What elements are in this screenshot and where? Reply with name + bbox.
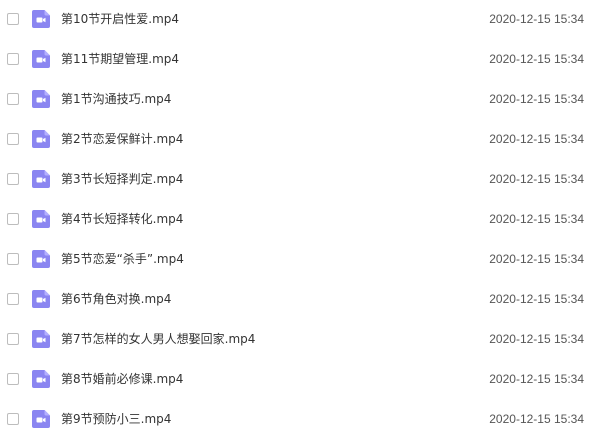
checkbox[interactable] [7,213,19,225]
video-file-icon [32,210,50,228]
file-modified-date: 2020-12-15 15:34 [489,172,584,186]
checkbox[interactable] [7,53,19,65]
file-name[interactable]: 第3节长短择判定.mp4 [61,170,183,188]
checkbox[interactable] [7,333,19,345]
checkbox[interactable] [7,13,19,25]
file-name[interactable]: 第6节角色对换.mp4 [61,290,171,308]
file-row[interactable]: 第4节长短择转化.mp4 2020-12-15 15:34 [0,200,600,240]
file-row[interactable]: 第8节婚前必修课.mp4 2020-12-15 15:34 [0,360,600,400]
file-row[interactable]: 第6节角色对换.mp4 2020-12-15 15:34 [0,280,600,320]
file-name[interactable]: 第5节恋爱“杀手”.mp4 [61,250,184,268]
file-modified-date: 2020-12-15 15:34 [489,412,584,426]
video-file-icon [32,330,50,348]
file-modified-date: 2020-12-15 15:34 [489,332,584,346]
file-modified-date: 2020-12-15 15:34 [489,92,584,106]
video-file-icon [32,170,50,188]
file-name[interactable]: 第11节期望管理.mp4 [61,50,179,68]
checkbox[interactable] [7,253,19,265]
checkbox[interactable] [7,173,19,185]
file-modified-date: 2020-12-15 15:34 [489,252,584,266]
file-row[interactable]: 第11节期望管理.mp4 2020-12-15 15:34 [0,40,600,80]
file-modified-date: 2020-12-15 15:34 [489,52,584,66]
video-file-icon [32,250,50,268]
file-row[interactable]: 第10节开启性爱.mp4 2020-12-15 15:34 [0,0,600,40]
video-file-icon [32,130,50,148]
video-file-icon [32,50,50,68]
file-modified-date: 2020-12-15 15:34 [489,12,584,26]
video-file-icon [32,410,50,428]
checkbox[interactable] [7,413,19,425]
video-file-icon [32,10,50,28]
video-file-icon [32,90,50,108]
file-row[interactable]: 第7节怎样的女人男人想娶回家.mp4 2020-12-15 15:34 [0,320,600,360]
file-modified-date: 2020-12-15 15:34 [489,292,584,306]
file-row[interactable]: 第1节沟通技巧.mp4 2020-12-15 15:34 [0,80,600,120]
checkbox[interactable] [7,293,19,305]
video-file-icon [32,370,50,388]
file-row[interactable]: 第2节恋爱保鲜计.mp4 2020-12-15 15:34 [0,120,600,160]
file-name[interactable]: 第2节恋爱保鲜计.mp4 [61,130,183,148]
checkbox[interactable] [7,93,19,105]
file-name[interactable]: 第1节沟通技巧.mp4 [61,90,171,108]
file-row[interactable]: 第5节恋爱“杀手”.mp4 2020-12-15 15:34 [0,240,600,280]
checkbox[interactable] [7,373,19,385]
file-name[interactable]: 第10节开启性爱.mp4 [61,10,179,28]
file-list: 第10节开启性爱.mp4 2020-12-15 15:34 第11节期望管理.m… [0,0,600,435]
video-file-icon [32,290,50,308]
file-name[interactable]: 第7节怎样的女人男人想娶回家.mp4 [61,330,255,348]
file-row[interactable]: 第9节预防小三.mp4 2020-12-15 15:34 [0,400,600,440]
file-modified-date: 2020-12-15 15:34 [489,132,584,146]
file-modified-date: 2020-12-15 15:34 [489,212,584,226]
file-name[interactable]: 第8节婚前必修课.mp4 [61,370,183,388]
file-name[interactable]: 第9节预防小三.mp4 [61,410,171,428]
file-name[interactable]: 第4节长短择转化.mp4 [61,210,183,228]
checkbox[interactable] [7,133,19,145]
file-modified-date: 2020-12-15 15:34 [489,372,584,386]
file-row[interactable]: 第3节长短择判定.mp4 2020-12-15 15:34 [0,160,600,200]
